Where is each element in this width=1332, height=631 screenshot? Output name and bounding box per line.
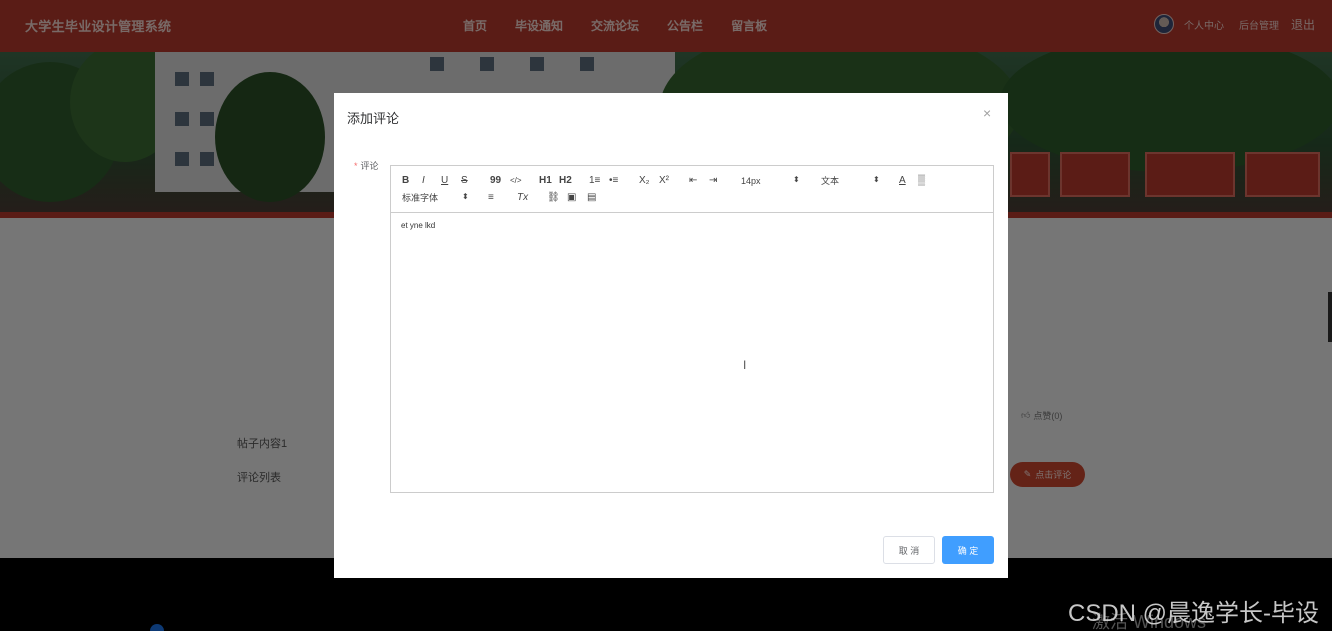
- indent-button[interactable]: ⇥: [709, 175, 717, 187]
- rich-text-editor: B I U S 99 </> H1 H2 1≡ •≡ X₂ X² ⇤ ⇥ 14p…: [390, 165, 994, 493]
- editor-content[interactable]: et yne lkd: [401, 221, 435, 230]
- h1-button[interactable]: H1: [539, 175, 552, 187]
- comment-label-text: 评论: [360, 161, 379, 171]
- chevron-updown-icon: ⬍: [462, 192, 469, 201]
- ordered-list-button[interactable]: 1≡: [589, 175, 600, 187]
- video-button[interactable]: ▤: [587, 192, 596, 204]
- editor-toolbar: B I U S 99 </> H1 H2 1≡ •≡ X₂ X² ⇤ ⇥ 14p…: [391, 166, 993, 213]
- underline-button[interactable]: U: [441, 175, 448, 187]
- clean-format-button[interactable]: Tx: [517, 192, 528, 204]
- superscript-button[interactable]: X²: [659, 175, 669, 187]
- bold-button[interactable]: B: [402, 175, 409, 187]
- required-mark: *: [354, 161, 358, 171]
- italic-button[interactable]: I: [422, 175, 425, 187]
- text-cursor-icon: I: [743, 358, 747, 372]
- add-comment-dialog: 添加评论 × * 评论 B I U S 99 </> H1 H2 1≡ •≡ X₂…: [334, 93, 1008, 578]
- outdent-button[interactable]: ⇤: [689, 175, 697, 187]
- image-button[interactable]: ▣: [567, 192, 576, 204]
- chevron-updown-icon: ⬍: [793, 175, 800, 184]
- background-color-button[interactable]: ▒: [918, 175, 925, 187]
- confirm-button[interactable]: 确 定: [942, 536, 994, 564]
- align-button[interactable]: ≡: [488, 192, 494, 204]
- strike-button[interactable]: S: [461, 175, 468, 187]
- subscript-button[interactable]: X₂: [639, 175, 650, 187]
- cancel-button[interactable]: 取 消: [883, 536, 935, 564]
- text-type-select[interactable]: 文本: [821, 175, 839, 187]
- text-color-button[interactable]: A: [899, 175, 906, 187]
- comment-field-label: * 评论: [354, 159, 379, 172]
- font-family-select[interactable]: 标准字体: [402, 192, 438, 204]
- quote-button[interactable]: 99: [490, 175, 501, 187]
- code-button[interactable]: </>: [510, 175, 522, 187]
- chevron-updown-icon: ⬍: [873, 175, 880, 184]
- h2-button[interactable]: H2: [559, 175, 572, 187]
- dialog-title: 添加评论: [347, 111, 400, 126]
- link-button[interactable]: ⛓: [547, 192, 560, 204]
- bullet-list-button[interactable]: •≡: [609, 175, 618, 187]
- font-size-select[interactable]: 14px: [741, 175, 761, 187]
- close-icon[interactable]: ×: [983, 105, 991, 121]
- csdn-watermark: CSDN @晨逸学长-毕设: [1068, 600, 1320, 627]
